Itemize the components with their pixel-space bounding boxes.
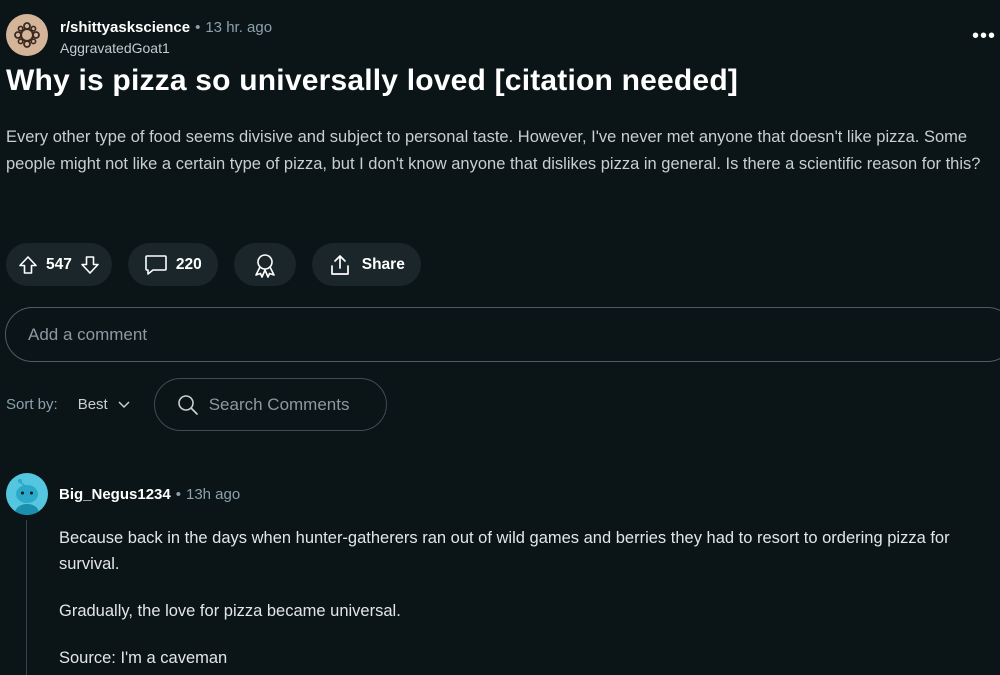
post-body: Every other type of food seems divisive …	[6, 128, 981, 173]
sort-label: Sort by:	[6, 396, 58, 413]
post-author-link[interactable]: AggravatedGoat1	[60, 38, 272, 58]
snoo-avatar-icon[interactable]	[6, 473, 48, 515]
sort-row: Sort by: Best Search Comments	[6, 378, 387, 431]
subreddit-link[interactable]: r/shittyaskscience	[60, 19, 190, 36]
add-comment-input[interactable]	[5, 307, 1000, 362]
comments-button[interactable]: 220	[127, 243, 218, 286]
comment-bubble-icon	[144, 254, 168, 276]
comment-paragraph: Because back in the days when hunter-gat…	[59, 529, 950, 573]
comment-timestamp: 13h ago	[185, 486, 241, 503]
post-header: r/shittyaskscience • 13 hr. ago Aggravated…	[6, 14, 272, 58]
separator-dot: •	[195, 19, 201, 36]
chevron-down-icon	[118, 400, 130, 408]
search-icon	[177, 394, 198, 415]
more-options-icon[interactable]: •••	[972, 26, 996, 46]
share-icon	[328, 253, 352, 277]
thread-line[interactable]	[26, 520, 27, 675]
sort-dropdown[interactable]: Best	[78, 396, 130, 413]
downvote-arrow-icon[interactable]	[80, 255, 100, 275]
share-label: Share	[361, 255, 405, 273]
comment-author-link[interactable]: Big_Negus1234	[59, 486, 171, 503]
award-icon	[252, 252, 278, 278]
comment-meta: Big_Negus1234 • 13h ago	[59, 485, 240, 505]
comment-count: 220	[175, 255, 202, 273]
vote-pill: 547	[6, 243, 112, 286]
search-comments-field[interactable]: Search Comments	[153, 378, 387, 431]
share-button[interactable]: Share	[311, 243, 421, 286]
sort-selected-value: Best	[77, 396, 108, 413]
post-action-bar: 547 220 Share	[6, 243, 421, 286]
award-button[interactable]	[233, 243, 296, 286]
separator-dot: •	[175, 486, 181, 503]
vote-count: 547	[46, 255, 72, 273]
post-timestamp: 13 hr. ago	[205, 19, 273, 36]
post-meta: r/shittyaskscience • 13 hr. ago Aggravated…	[60, 18, 272, 58]
subreddit-avatar-icon[interactable]	[6, 14, 48, 56]
upvote-arrow-icon[interactable]	[18, 255, 38, 275]
post-page: r/shittyaskscience • 13 hr. ago Aggravated…	[0, 0, 1000, 675]
comment-paragraph: Source: I'm a caveman	[59, 649, 228, 667]
comment-paragraph: Gradually, the love for pizza became uni…	[59, 602, 401, 620]
comment-body: Because back in the days when hunter-gat…	[59, 525, 989, 675]
post-title: Why is pizza so universally loved [citat…	[6, 64, 739, 97]
post-meta-line: r/shittyaskscience • 13 hr. ago	[60, 18, 272, 38]
search-comments-placeholder: Search Comments	[208, 394, 350, 414]
